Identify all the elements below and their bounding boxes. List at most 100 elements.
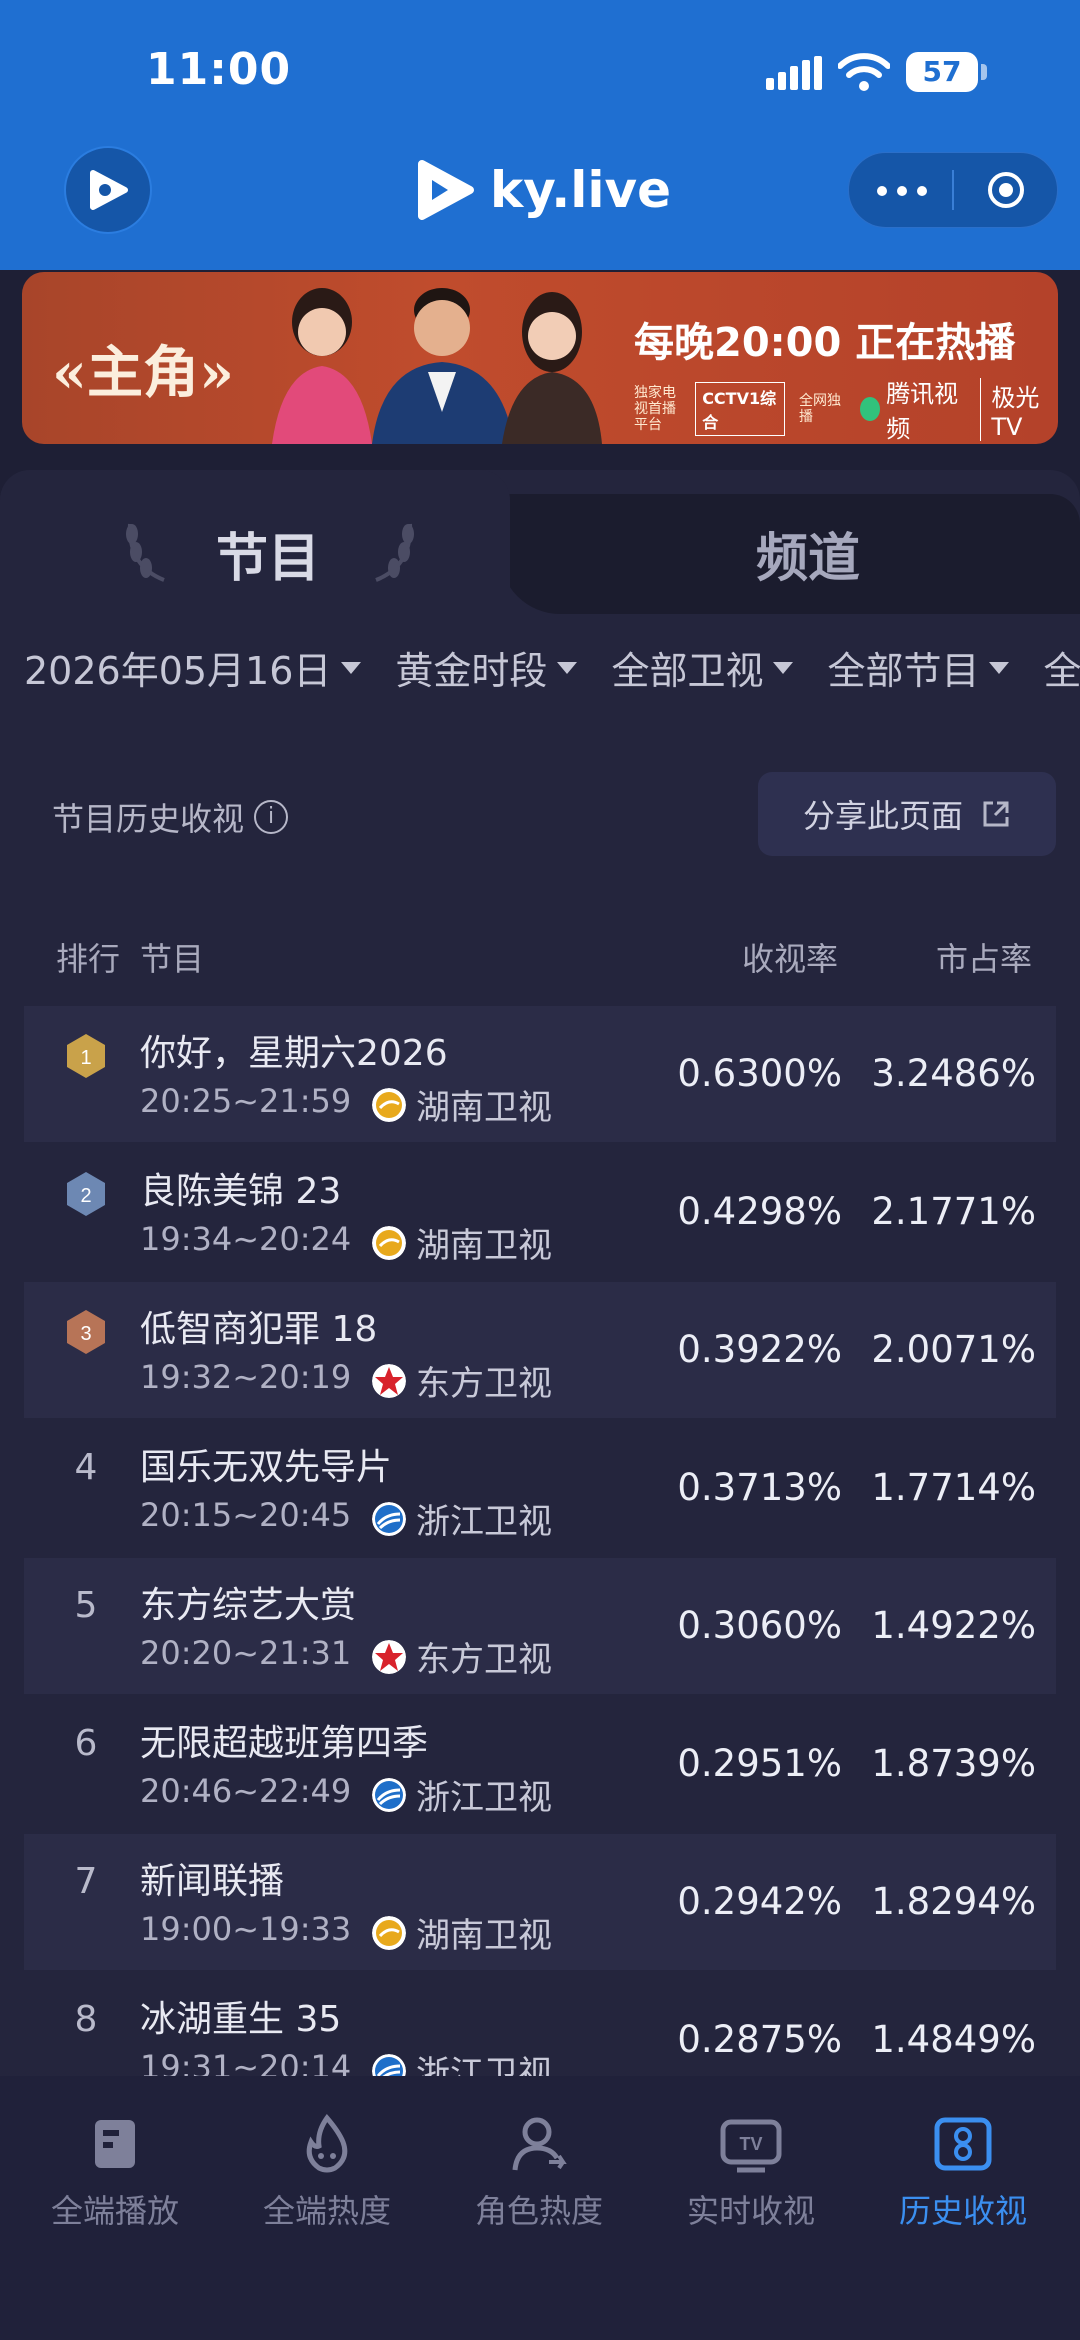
logo-text: ky.live bbox=[490, 161, 672, 219]
tab-programs[interactable]: 节目 bbox=[216, 516, 320, 591]
overflow-filter[interactable]: 全 bbox=[1043, 640, 1080, 695]
laurel-left-icon bbox=[126, 523, 165, 582]
table-row[interactable]: 4 国乐无双先导片 20:15~20:45 浙江卫视 0.3713% 1.771… bbox=[24, 1420, 1056, 1556]
table-row[interactable]: 5 东方综艺大赏 20:20~21:31 东方卫视 0.3060% 1.4922… bbox=[24, 1558, 1056, 1694]
rank-number: 8 bbox=[74, 1999, 98, 2040]
tv-icon: TV bbox=[720, 2119, 782, 2173]
silver-medal-icon: 2 bbox=[67, 1172, 105, 1216]
nav-role-heat[interactable]: 角色热度 bbox=[444, 2112, 634, 2232]
program-name: 良陈美锦 23 bbox=[140, 1171, 342, 1212]
channel-name: 东方卫视 bbox=[416, 1640, 552, 1680]
channel: 东方卫视 bbox=[372, 1356, 552, 1405]
promo-banner[interactable]: «主角» 每晚20:00 正在热播 独家电视首播平台 CCTV1综合 全网独播 … bbox=[22, 272, 1058, 444]
program-name: 无限超越班第四季 bbox=[140, 1723, 429, 1764]
share-value: 2.1771% bbox=[871, 1190, 1036, 1233]
nav-all-play[interactable]: 全端播放 bbox=[20, 2112, 210, 2232]
program-filter[interactable]: 全部节目 bbox=[827, 640, 1010, 695]
period-filter[interactable]: 黄金时段 bbox=[395, 640, 578, 695]
table-row[interactable]: 3 低智商犯罪 18 19:32~20:19 东方卫视 0.3922% 2.00… bbox=[24, 1282, 1056, 1418]
date-filter-label: 2026年05月16日 bbox=[24, 649, 332, 693]
zhejiang-tv-icon bbox=[372, 1501, 406, 1536]
share-value: 2.0071% bbox=[871, 1328, 1036, 1371]
hunan-tv-icon bbox=[372, 1087, 406, 1122]
banner-title: «主角» bbox=[52, 340, 234, 406]
nav-realtime-rating[interactable]: TV 实时收视 bbox=[656, 2112, 846, 2232]
program-name: 你好，星期六2026 bbox=[140, 1033, 448, 1074]
table-row[interactable]: 1 你好，星期六2026 20:25~21:59 湖南卫视 0.6300% 3.… bbox=[24, 1006, 1056, 1142]
program-time: 20:25~21:59 bbox=[140, 1082, 352, 1120]
rating-value: 0.3922% bbox=[677, 1328, 842, 1371]
more-icon[interactable] bbox=[876, 186, 928, 196]
banner-slogan: 每晚20:00 正在热播 bbox=[634, 320, 1016, 366]
history-icon bbox=[934, 2117, 992, 2171]
program-filter-label: 全部节目 bbox=[827, 649, 980, 693]
channel-filter-label: 全部卫视 bbox=[611, 649, 764, 693]
program-time: 19:31~20:14 bbox=[140, 2048, 352, 2076]
kylive-logo-icon bbox=[418, 160, 474, 220]
share-value: 1.8294% bbox=[871, 1880, 1036, 1923]
header-share[interactable]: 市占率 bbox=[936, 934, 1032, 980]
channel-name: 湖南卫视 bbox=[416, 1226, 552, 1266]
header-rating[interactable]: 收视率 bbox=[742, 934, 838, 980]
rating-value: 0.2951% bbox=[677, 1742, 842, 1785]
chevron-down-icon bbox=[773, 661, 794, 674]
channel-name: 东方卫视 bbox=[416, 1364, 552, 1404]
app-logo: ky.live bbox=[414, 152, 671, 228]
program-name: 低智商犯罪 18 bbox=[140, 1309, 378, 1350]
external-link-icon bbox=[983, 801, 1009, 827]
banner-cast-image bbox=[272, 288, 602, 444]
nav-label: 全端播放 bbox=[50, 2192, 179, 2230]
channel: 湖南卫视 bbox=[372, 1218, 552, 1267]
table-row[interactable]: 2 良陈美锦 23 19:34~20:24 湖南卫视 0.4298% 2.177… bbox=[24, 1144, 1056, 1280]
medal-rank: 1 bbox=[80, 1047, 91, 1069]
chevron-down-icon bbox=[341, 661, 362, 674]
laurel-right-icon bbox=[375, 523, 414, 582]
section-title: 节目历史收视 i bbox=[52, 794, 289, 840]
section-title-label: 节目历史收视 bbox=[52, 800, 245, 838]
header-rank: 排行 bbox=[56, 940, 121, 978]
info-icon[interactable]: i bbox=[254, 800, 289, 834]
tencent-icon bbox=[860, 397, 881, 421]
share-value: 1.4849% bbox=[871, 2018, 1036, 2061]
overflow-filter-label: 全 bbox=[1043, 649, 1080, 693]
rating-value: 0.2875% bbox=[677, 2018, 842, 2061]
channel-name: 浙江卫视 bbox=[416, 1502, 552, 1542]
nav-label: 实时收视 bbox=[686, 2192, 815, 2230]
table-row[interactable]: 7 新闻联播 19:00~19:33 湖南卫视 0.2942% 1.8294% bbox=[24, 1834, 1056, 1970]
banner-network-label: 全网独播 bbox=[798, 393, 841, 425]
home-button[interactable] bbox=[64, 146, 152, 234]
rating-value: 0.3713% bbox=[677, 1466, 842, 1509]
period-filter-label: 黄金时段 bbox=[395, 649, 548, 693]
channel: 东方卫视 bbox=[372, 1632, 552, 1681]
channel: 浙江卫视 bbox=[372, 1494, 552, 1543]
channel: 浙江卫视 bbox=[372, 1770, 552, 1819]
date-filter[interactable]: 2026年05月16日 bbox=[24, 640, 362, 695]
program-time: 19:32~20:19 bbox=[140, 1358, 352, 1396]
nav-all-heat[interactable]: 全端热度 bbox=[232, 2112, 422, 2232]
program-time: 20:15~20:45 bbox=[140, 1496, 352, 1534]
chevron-down-icon bbox=[557, 661, 578, 674]
share-page-button[interactable]: 分享此页面 bbox=[758, 772, 1056, 856]
nav-history-rating[interactable]: 历史收视 bbox=[868, 2112, 1058, 2232]
program-time: 19:34~20:24 bbox=[140, 1220, 352, 1258]
share-value: 3.2486% bbox=[871, 1052, 1036, 1095]
jiguang-tv-logo: 极光TV bbox=[980, 377, 1058, 441]
channel: 湖南卫视 bbox=[372, 1080, 552, 1129]
channel-filter[interactable]: 全部卫视 bbox=[611, 640, 794, 695]
medal-rank: 2 bbox=[80, 1185, 91, 1207]
dragon-tv-icon bbox=[372, 1363, 406, 1398]
chevron-down-icon bbox=[989, 661, 1010, 674]
table-row[interactable]: 6 无限超越班第四季 20:46~22:49 浙江卫视 0.2951% 1.87… bbox=[24, 1696, 1056, 1832]
tencent-video-logo: 腾讯视频 bbox=[860, 374, 966, 444]
program-name: 冰湖重生 35 bbox=[140, 1999, 342, 2040]
close-miniapp-icon[interactable] bbox=[986, 170, 1026, 210]
table-row[interactable]: 8 冰湖重生 35 19:31~20:14 浙江卫视 0.2875% 1.484… bbox=[24, 1972, 1056, 2076]
share-value: 1.8739% bbox=[871, 1742, 1036, 1785]
filter-bar: 2026年05月16日 黄金时段 全部卫视 全部节目 全 bbox=[24, 640, 1080, 695]
gold-medal-icon: 1 bbox=[67, 1034, 105, 1078]
tab-channels[interactable]: 频道 bbox=[756, 516, 860, 591]
tencent-label: 腾讯视频 bbox=[886, 380, 959, 443]
banner-partners: 独家电视首播平台 CCTV1综合 全网独播 腾讯视频 极光TV bbox=[634, 374, 1058, 444]
channel-name: 浙江卫视 bbox=[416, 1778, 552, 1818]
program-time: 19:00~19:33 bbox=[140, 1910, 352, 1948]
